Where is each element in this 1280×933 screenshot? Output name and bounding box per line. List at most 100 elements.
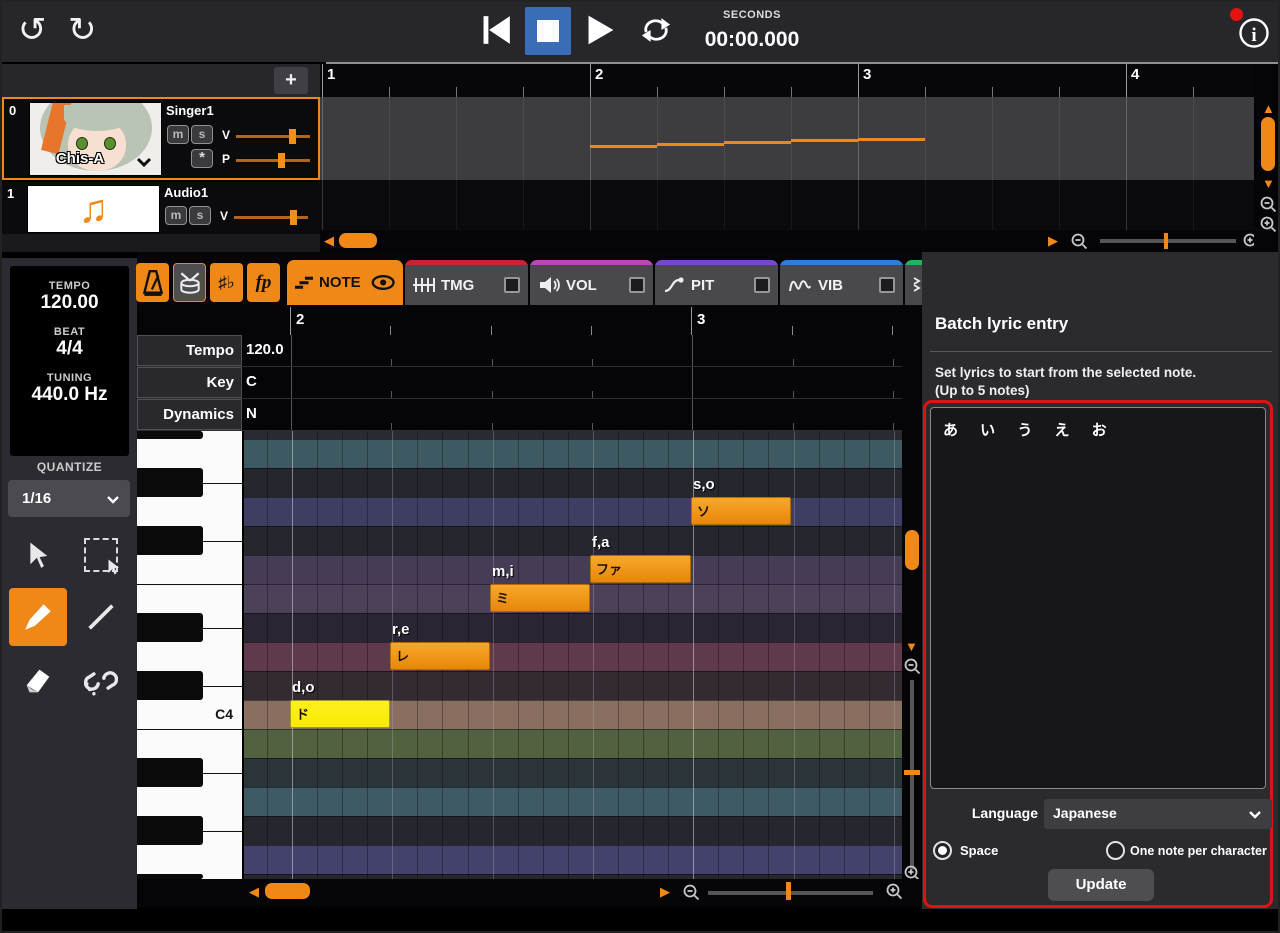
timeline-note-segment[interactable] xyxy=(590,145,657,148)
redo-icon[interactable]: ↻ xyxy=(68,12,97,48)
hscroll-thumb[interactable] xyxy=(265,883,310,899)
zoom-out-icon[interactable] xyxy=(1259,195,1277,213)
dynamics-button[interactable]: fp xyxy=(247,263,280,302)
volume-slider[interactable] xyxy=(234,216,308,219)
cursor-tool-button[interactable] xyxy=(9,526,67,584)
tempo-row[interactable]: Tempo 120.0 xyxy=(137,335,922,367)
scroll-up-icon[interactable]: ▲ xyxy=(1262,102,1275,115)
voice-select-chevron-icon[interactable] xyxy=(136,157,152,167)
hscroll-thumb[interactable] xyxy=(339,233,377,248)
key-row[interactable]: Key C xyxy=(137,367,922,399)
tab-note[interactable]: NOTE xyxy=(287,260,403,305)
update-button[interactable]: Update xyxy=(1048,869,1154,901)
vscroll-thumb[interactable] xyxy=(905,530,919,570)
info-button[interactable]: i xyxy=(1236,15,1272,51)
line-tool-button[interactable] xyxy=(72,588,130,646)
note-selected[interactable]: ド xyxy=(290,700,390,728)
tab-checkbox[interactable] xyxy=(629,277,645,293)
zoom-out-icon[interactable] xyxy=(1070,232,1088,250)
mute-button[interactable]: m xyxy=(165,206,187,225)
measure-number: 3 xyxy=(863,66,871,83)
hzoom-slider-handle[interactable] xyxy=(1164,233,1168,249)
timeline-note-segment[interactable] xyxy=(724,141,791,144)
singer-avatar[interactable]: Chis-A xyxy=(29,102,162,176)
tab-vib[interactable]: VIB xyxy=(780,260,903,305)
zoom-out-icon[interactable] xyxy=(682,883,700,901)
undo-icon[interactable]: ↺ xyxy=(18,12,47,48)
scroll-down-icon[interactable]: ▼ xyxy=(905,640,918,653)
piano-key-black[interactable] xyxy=(137,526,203,555)
scroll-right-icon[interactable]: ▶ xyxy=(660,885,670,898)
pencil-tool-button[interactable] xyxy=(9,588,67,646)
piano-key-black[interactable] xyxy=(137,431,203,439)
pan-slider[interactable] xyxy=(236,159,310,162)
note[interactable]: ソ xyxy=(691,497,791,525)
solo-button[interactable]: s xyxy=(189,206,211,225)
add-track-button[interactable]: + xyxy=(274,67,308,94)
zoom-out-icon[interactable] xyxy=(903,657,921,675)
scroll-left-icon[interactable]: ◀ xyxy=(324,234,334,247)
eraser-tool-button[interactable] xyxy=(9,652,67,710)
project-info-box[interactable]: TEMPO 120.00 BEAT 4/4 TUNING 440.0 Hz xyxy=(10,266,129,456)
key-signature-button[interactable]: ♯♭ xyxy=(210,263,243,302)
hzoom-slider-handle[interactable] xyxy=(786,882,791,900)
piano-key-black[interactable] xyxy=(137,758,203,787)
piano-key-black[interactable] xyxy=(137,671,203,700)
timeline-audio-lane[interactable] xyxy=(320,180,1254,230)
unlink-tool-button[interactable] xyxy=(72,652,130,710)
note[interactable]: レ xyxy=(390,642,490,670)
metronome-button[interactable] xyxy=(136,263,169,302)
tab-pit[interactable]: PIT xyxy=(655,260,778,305)
volume-slider[interactable] xyxy=(236,135,310,138)
mute-button[interactable]: m xyxy=(167,125,189,144)
radio-space[interactable] xyxy=(933,841,952,860)
dynamics-row[interactable]: Dynamics N xyxy=(137,399,922,431)
tab-checkbox[interactable] xyxy=(754,277,770,293)
tab-checkbox[interactable] xyxy=(879,277,895,293)
timeline-note-segment[interactable] xyxy=(858,138,925,141)
vzoom-slider[interactable] xyxy=(910,680,914,870)
quantize-dropdown[interactable]: 1/16 xyxy=(8,480,130,517)
skip-to-start-button[interactable] xyxy=(478,10,514,50)
piano-key-black[interactable] xyxy=(137,468,203,497)
pitch-star-button[interactable]: * xyxy=(191,149,213,168)
hzoom-slider[interactable] xyxy=(1100,239,1236,243)
piano-key-black[interactable] xyxy=(137,613,203,642)
vzoom-slider-handle[interactable] xyxy=(904,770,920,775)
lyric-textarea[interactable]: あ い う え お xyxy=(930,407,1266,789)
audio-thumbnail[interactable]: ♫ xyxy=(27,185,160,233)
piano-key-black[interactable] xyxy=(137,816,203,845)
pan-slider-thumb[interactable] xyxy=(278,153,285,168)
track-row-audio[interactable]: 1 ♫ Audio1 m s V xyxy=(2,180,320,234)
track-row-singer[interactable]: 0 Chis-A Singer1 m s V * P xyxy=(2,97,320,180)
zoom-in-icon[interactable] xyxy=(1259,215,1277,233)
pianoroll-grid[interactable]: d,oドr,eレm,iミf,aファs,oソ xyxy=(244,431,902,879)
timeline-note-segment[interactable] xyxy=(657,143,724,146)
drum-button[interactable] xyxy=(173,263,206,302)
pianoroll-ruler[interactable]: 23 xyxy=(137,307,922,335)
rect-select-tool-button[interactable] xyxy=(72,526,130,584)
zoom-in-icon[interactable] xyxy=(885,882,903,900)
timeline-note-segment[interactable] xyxy=(791,139,858,142)
tab-tmg[interactable]: TMG xyxy=(405,260,528,305)
play-button[interactable] xyxy=(582,10,616,50)
volume-slider-thumb[interactable] xyxy=(290,210,297,225)
scroll-right-icon[interactable]: ▶ xyxy=(1048,234,1058,247)
eye-icon[interactable] xyxy=(371,274,395,291)
tab-vol[interactable]: VOL xyxy=(530,260,653,305)
tab-checkbox[interactable] xyxy=(504,277,520,293)
note[interactable]: ミ xyxy=(490,584,590,612)
language-dropdown[interactable]: Japanese xyxy=(1044,799,1272,829)
vscroll-thumb[interactable] xyxy=(1261,117,1275,171)
timeline-panel[interactable]: 1234 ◀ ▶ xyxy=(320,64,1254,252)
stop-button[interactable] xyxy=(525,7,571,55)
piano-keyboard[interactable]: C4 xyxy=(137,431,244,879)
scroll-down-icon[interactable]: ▼ xyxy=(1262,177,1275,190)
scroll-left-icon[interactable]: ◀ xyxy=(249,885,259,898)
timeline-singer-lane[interactable] xyxy=(320,97,1254,180)
radio-one-note-per-character[interactable] xyxy=(1106,841,1125,860)
note[interactable]: ファ xyxy=(590,555,691,583)
volume-slider-thumb[interactable] xyxy=(289,129,296,144)
solo-button[interactable]: s xyxy=(191,125,213,144)
timeline-ruler[interactable]: 1234 xyxy=(320,64,1254,97)
